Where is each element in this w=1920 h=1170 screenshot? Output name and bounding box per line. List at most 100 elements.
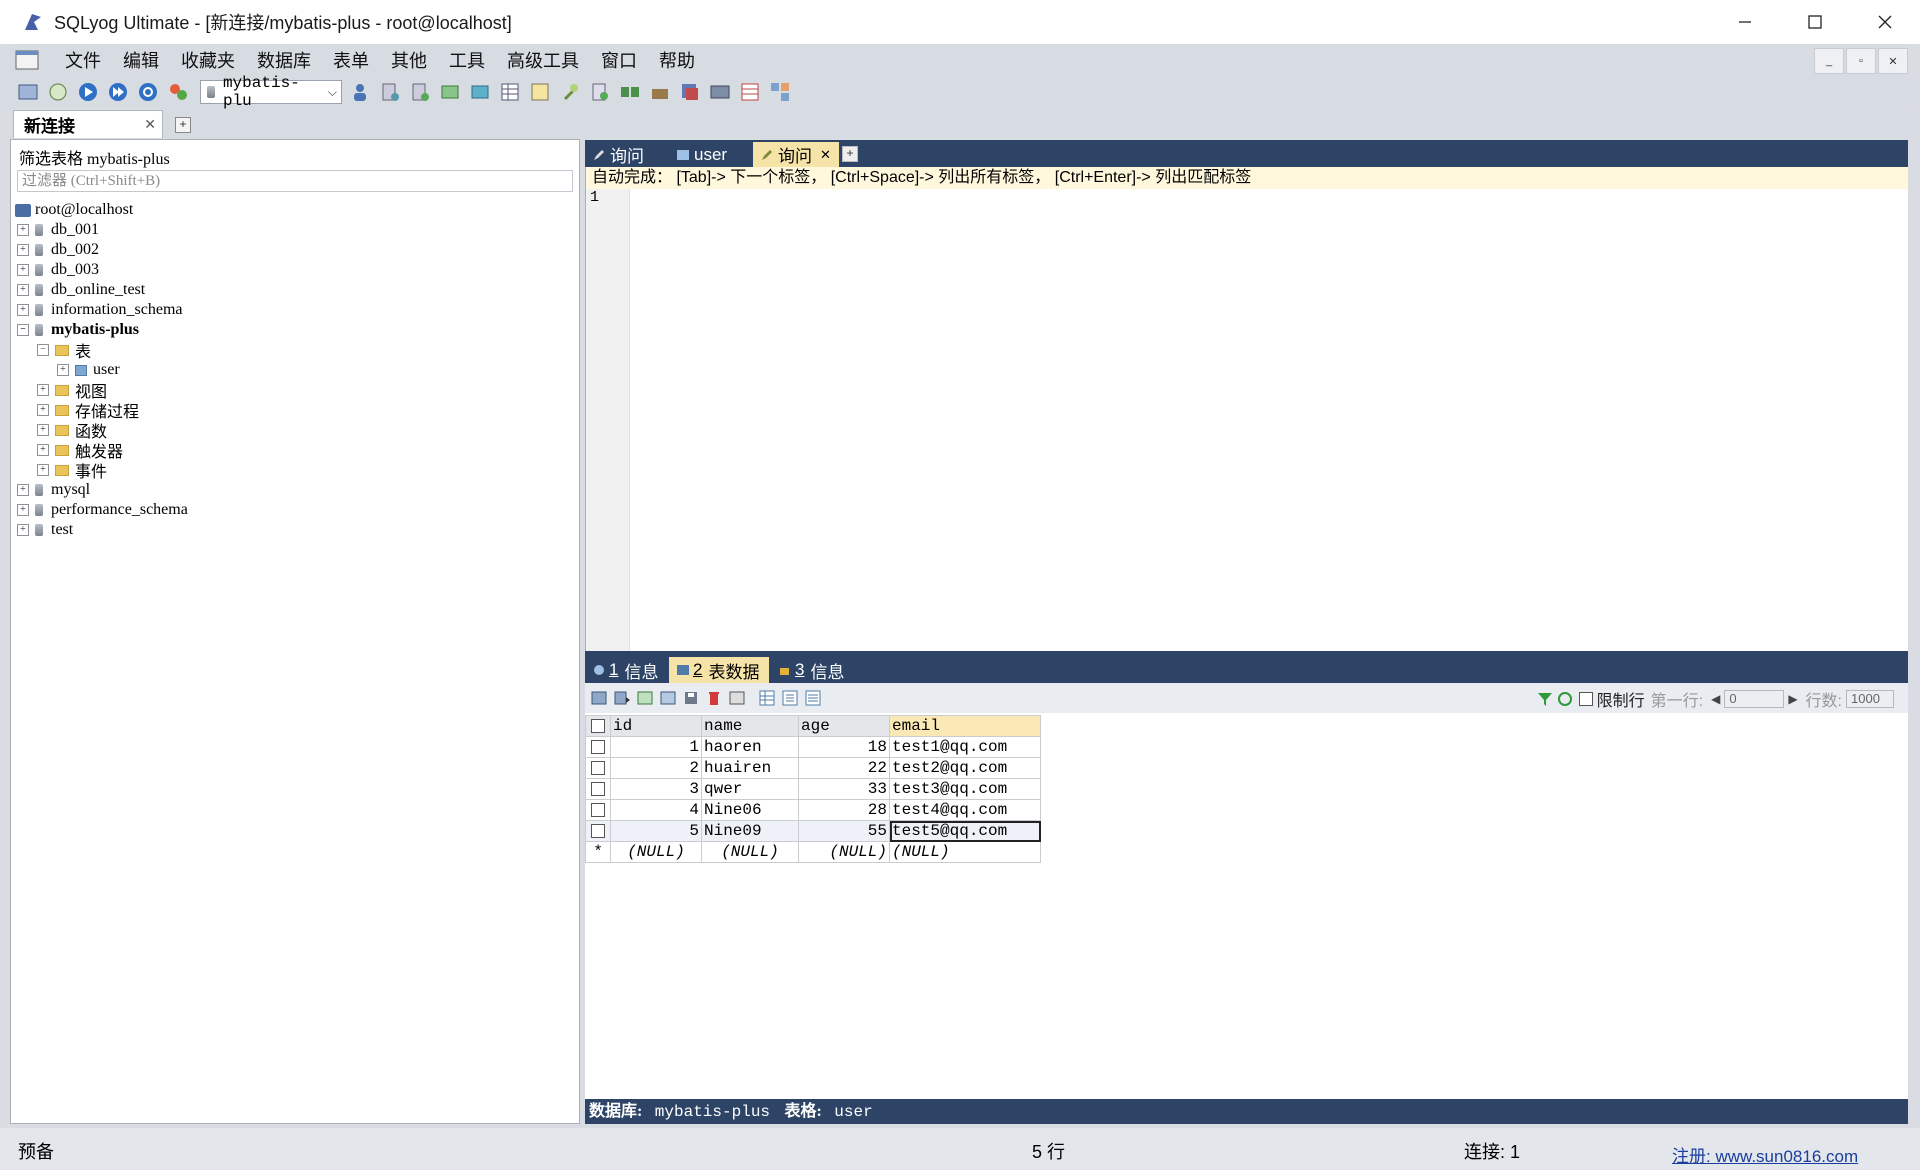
export-icon[interactable]: [468, 80, 492, 104]
column-header-id[interactable]: id: [610, 715, 702, 737]
cell-name[interactable]: qwer: [701, 778, 799, 800]
menu-table[interactable]: 表单: [322, 47, 380, 73]
cell-null[interactable]: (NULL): [610, 841, 702, 863]
cell-null[interactable]: (NULL): [701, 841, 799, 863]
restore-icon[interactable]: [408, 80, 432, 104]
expand-icon[interactable]: +: [37, 444, 49, 456]
tree-folder-events[interactable]: + 事件: [37, 460, 107, 481]
sync-icon[interactable]: [588, 80, 612, 104]
tree-table-user[interactable]: + user: [57, 360, 120, 380]
expand-icon[interactable]: +: [17, 264, 29, 276]
cell-id[interactable]: 2: [610, 757, 702, 779]
row-checkbox[interactable]: [585, 799, 611, 821]
form-view-icon[interactable]: [781, 689, 799, 707]
expand-icon[interactable]: +: [17, 524, 29, 536]
tab-info-3[interactable]: 3 信息: [771, 657, 853, 683]
cell-email[interactable]: test4@qq.com: [889, 799, 1041, 821]
cell-name[interactable]: haoren: [701, 736, 799, 758]
new-query-tab-button[interactable]: +: [842, 146, 858, 162]
mdi-minimize-button[interactable]: _: [1814, 48, 1844, 74]
cell-id[interactable]: 5: [610, 820, 702, 842]
cell-email[interactable]: test2@qq.com: [889, 757, 1041, 779]
expand-icon[interactable]: +: [17, 284, 29, 296]
tree-db-selected[interactable]: − mybatis-plus: [17, 320, 139, 340]
tree-db[interactable]: + performance_schema: [17, 500, 188, 520]
row-checkbox[interactable]: [585, 736, 611, 758]
backup-icon[interactable]: [378, 80, 402, 104]
cell-name[interactable]: Nine06: [701, 799, 799, 821]
cell-age[interactable]: 22: [798, 757, 890, 779]
menu-other[interactable]: 其他: [380, 47, 438, 73]
cell-age[interactable]: 33: [798, 778, 890, 800]
database-selector[interactable]: mybatis-plu ⌵: [200, 74, 342, 110]
new-connection-icon[interactable]: [16, 80, 40, 104]
cell-id[interactable]: 3: [610, 778, 702, 800]
close-tab-icon[interactable]: ✕: [144, 116, 156, 133]
tab-info-1[interactable]: 1 信息: [585, 657, 667, 683]
new-tab-button[interactable]: +: [175, 117, 191, 133]
tree-db[interactable]: + test: [17, 520, 73, 540]
add-row-icon[interactable]: [636, 689, 654, 707]
menu-tools[interactable]: 工具: [438, 47, 496, 73]
menu-database[interactable]: 数据库: [246, 47, 322, 73]
tree-folder-functions[interactable]: + 函数: [37, 420, 107, 441]
collapse-icon[interactable]: −: [37, 344, 49, 356]
refresh-icon[interactable]: [1557, 691, 1573, 707]
cell-email-selected[interactable]: test5@qq.com: [889, 820, 1041, 842]
job-agent-icon[interactable]: [648, 80, 672, 104]
table-row[interactable]: 2 huairen 22 test2@qq.com: [585, 757, 1041, 779]
tree-folder-views[interactable]: + 视图: [37, 380, 107, 401]
maximize-button[interactable]: [1780, 0, 1850, 44]
tab-query-1[interactable]: 询问: [585, 142, 665, 167]
expand-icon[interactable]: +: [57, 364, 69, 376]
table-edit-icon[interactable]: [528, 80, 552, 104]
import-icon[interactable]: [438, 80, 462, 104]
menu-window[interactable]: 窗口: [590, 47, 648, 73]
close-tab-icon[interactable]: ✕: [820, 147, 831, 163]
tree-db[interactable]: + db_001: [17, 220, 99, 240]
tab-table-data[interactable]: 2 表数据: [669, 657, 769, 683]
filter-input[interactable]: 过滤器 (Ctrl+Shift+B): [17, 170, 573, 192]
register-link[interactable]: 注册: www.sun0816.com: [1672, 1142, 1858, 1167]
select-all-checkbox[interactable]: [585, 715, 611, 737]
expand-icon[interactable]: +: [17, 304, 29, 316]
expand-icon[interactable]: +: [17, 484, 29, 496]
mdi-restore-button[interactable]: ▫: [1846, 48, 1876, 74]
refresh-icon[interactable]: [136, 80, 160, 104]
cell-null[interactable]: (NULL): [798, 841, 890, 863]
tree-server[interactable]: root@localhost: [15, 200, 133, 220]
execute-icon[interactable]: [76, 80, 100, 104]
new-row[interactable]: * (NULL) (NULL) (NULL) (NULL): [585, 841, 1041, 863]
mdi-close-button[interactable]: ✕: [1878, 48, 1908, 74]
table-row[interactable]: 3 qwer 33 test3@qq.com: [585, 778, 1041, 800]
schema-icon[interactable]: [166, 80, 190, 104]
menu-edit[interactable]: 编辑: [112, 47, 170, 73]
menu-favorites[interactable]: 收藏夹: [170, 47, 246, 73]
row-count-input[interactable]: 1000: [1846, 690, 1894, 708]
row-checkbox[interactable]: [585, 778, 611, 800]
text-view-icon[interactable]: [804, 689, 822, 707]
expand-icon[interactable]: +: [17, 504, 29, 516]
tab-query-active[interactable]: 询问 ✕: [753, 142, 839, 167]
cell-null[interactable]: (NULL): [889, 841, 1041, 863]
tab-user[interactable]: user: [669, 142, 749, 167]
tree-db[interactable]: + db_online_test: [17, 280, 145, 300]
row-checkbox[interactable]: [585, 820, 611, 842]
menu-help[interactable]: 帮助: [648, 47, 706, 73]
column-header-email[interactable]: email: [889, 715, 1041, 737]
table-row[interactable]: 1 haoren 18 test1@qq.com: [585, 736, 1041, 758]
compare-icon[interactable]: [618, 80, 642, 104]
tree-db[interactable]: + db_003: [17, 260, 99, 280]
copy-db-icon[interactable]: [678, 80, 702, 104]
connection-tab[interactable]: 新连接 ✕: [13, 110, 163, 138]
import-data-icon[interactable]: [613, 689, 631, 707]
tree-db[interactable]: + db_002: [17, 240, 99, 260]
delete-icon[interactable]: [705, 689, 723, 707]
new-query-icon[interactable]: [46, 80, 70, 104]
cell-name[interactable]: Nine09: [701, 820, 799, 842]
close-button[interactable]: [1850, 0, 1920, 44]
cancel-icon[interactable]: [728, 689, 746, 707]
next-page-icon[interactable]: ▶: [1788, 692, 1797, 706]
report-icon[interactable]: [738, 80, 762, 104]
menu-advanced-tools[interactable]: 高级工具: [496, 47, 590, 73]
